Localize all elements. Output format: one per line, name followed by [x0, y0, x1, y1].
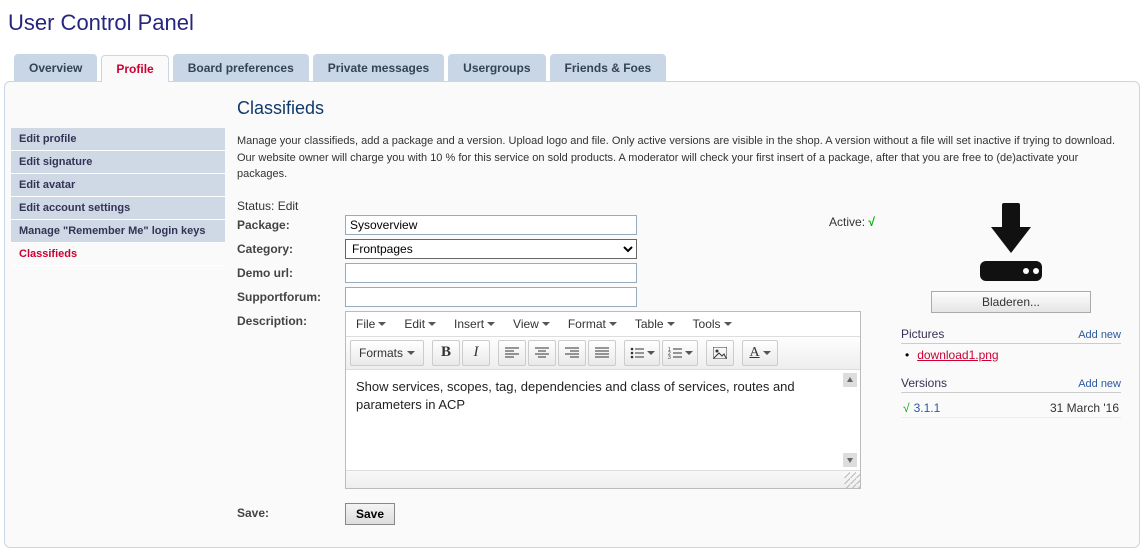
status-label: Status:: [237, 199, 274, 213]
align-right-button[interactable]: [558, 340, 586, 366]
italic-button[interactable]: I: [462, 340, 490, 366]
save-label: Save:: [237, 503, 345, 520]
scroll-down-icon[interactable]: [843, 453, 857, 467]
editor-resize-handle[interactable]: [346, 470, 860, 488]
package-input[interactable]: [345, 215, 637, 235]
download-icon: [966, 199, 1056, 287]
versions-add-new[interactable]: Add new: [1078, 378, 1121, 390]
tab-board-preferences[interactable]: Board preferences: [173, 54, 309, 81]
page-title: User Control Panel: [8, 10, 1144, 36]
tab-private-messages[interactable]: Private messages: [313, 54, 444, 81]
editor-menu-insert[interactable]: Insert: [454, 317, 495, 331]
caret-down-icon: [724, 322, 732, 326]
version-row[interactable]: √ 3.1.1 31 March '16: [901, 397, 1121, 418]
status-value: Edit: [278, 199, 299, 213]
scroll-up-icon[interactable]: [843, 373, 857, 387]
profile-sidebar: Edit profile Edit signature Edit avatar …: [11, 128, 225, 541]
text-color-button[interactable]: A: [742, 340, 778, 366]
supportforum-label: Supportforum:: [237, 287, 345, 304]
caret-down-icon: [609, 322, 617, 326]
caret-down-icon: [542, 322, 550, 326]
insert-image-button[interactable]: [706, 340, 734, 366]
svg-text:3: 3: [668, 355, 671, 359]
sidebar-item-edit-account-settings[interactable]: Edit account settings: [11, 197, 225, 220]
browse-button[interactable]: Bladeren...: [931, 291, 1091, 313]
main-tabs: Overview Profile Board preferences Priva…: [14, 54, 1144, 81]
sidebar-item-classifieds[interactable]: Classifieds: [11, 243, 225, 266]
editor-toolbar: Formats B I 123: [346, 337, 860, 370]
check-icon: √: [903, 401, 910, 415]
editor-menu-table[interactable]: Table: [635, 317, 675, 331]
section-heading: Classifieds: [237, 98, 1121, 119]
status-line: Status: Edit: [237, 199, 881, 213]
caret-down-icon: [667, 322, 675, 326]
pictures-add-new[interactable]: Add new: [1078, 329, 1121, 341]
caret-down-icon: [487, 322, 495, 326]
content-panel: Edit profile Edit signature Edit avatar …: [4, 81, 1140, 548]
editor-menu-tools[interactable]: Tools: [693, 317, 732, 331]
intro-text: Manage your classifieds, add a package a…: [237, 133, 1121, 183]
caret-down-icon: [428, 322, 436, 326]
demo-url-label: Demo url:: [237, 263, 345, 280]
caret-down-icon: [647, 351, 655, 355]
sidebar-item-edit-profile[interactable]: Edit profile: [11, 128, 225, 151]
tab-overview[interactable]: Overview: [14, 54, 97, 81]
description-label: Description:: [237, 311, 345, 328]
editor-menu-format[interactable]: Format: [568, 317, 617, 331]
sidebar-item-edit-avatar[interactable]: Edit avatar: [11, 174, 225, 197]
caret-down-icon: [685, 351, 693, 355]
category-label: Category:: [237, 239, 345, 256]
editor-menubar: File Edit Insert View Format Table Tools: [346, 312, 860, 337]
tab-profile[interactable]: Profile: [101, 55, 168, 82]
formats-dropdown[interactable]: Formats: [350, 340, 424, 366]
pictures-heading: Pictures: [901, 327, 944, 341]
versions-heading: Versions: [901, 376, 947, 390]
bold-button[interactable]: B: [432, 340, 460, 366]
active-label: Active:: [829, 215, 865, 229]
pictures-list: download1.png: [901, 348, 1121, 362]
supportforum-input[interactable]: [345, 287, 637, 307]
bullet-list-button[interactable]: [624, 340, 660, 366]
editor-menu-file[interactable]: File: [356, 317, 386, 331]
version-name: 3.1.1: [914, 401, 941, 415]
tab-friends-foes[interactable]: Friends & Foes: [550, 54, 667, 81]
align-center-button[interactable]: [528, 340, 556, 366]
tab-usergroups[interactable]: Usergroups: [448, 54, 545, 81]
editor-menu-edit[interactable]: Edit: [404, 317, 436, 331]
align-justify-button[interactable]: [588, 340, 616, 366]
caret-down-icon: [378, 322, 386, 326]
caret-down-icon: [763, 351, 771, 355]
version-date: 31 March '16: [1050, 401, 1119, 415]
align-left-button[interactable]: [498, 340, 526, 366]
editor-content[interactable]: Show services, scopes, tag, dependencies…: [346, 370, 860, 470]
category-select[interactable]: Frontpages: [345, 239, 637, 259]
package-label: Package:: [237, 215, 345, 232]
list-item: download1.png: [905, 348, 1121, 362]
active-check-icon[interactable]: √: [868, 215, 875, 229]
numbered-list-button[interactable]: 123: [662, 340, 698, 366]
sidebar-item-edit-signature[interactable]: Edit signature: [11, 151, 225, 174]
picture-link[interactable]: download1.png: [917, 348, 998, 362]
caret-down-icon: [407, 351, 415, 355]
editor-menu-view[interactable]: View: [513, 317, 550, 331]
save-button[interactable]: Save: [345, 503, 395, 525]
rich-text-editor: File Edit Insert View Format Table Tools: [345, 311, 861, 489]
demo-url-input[interactable]: [345, 263, 637, 283]
main-area: Classifieds Manage your classifieds, add…: [225, 88, 1133, 541]
sidebar-item-remember-me-keys[interactable]: Manage "Remember Me" login keys: [11, 220, 225, 243]
